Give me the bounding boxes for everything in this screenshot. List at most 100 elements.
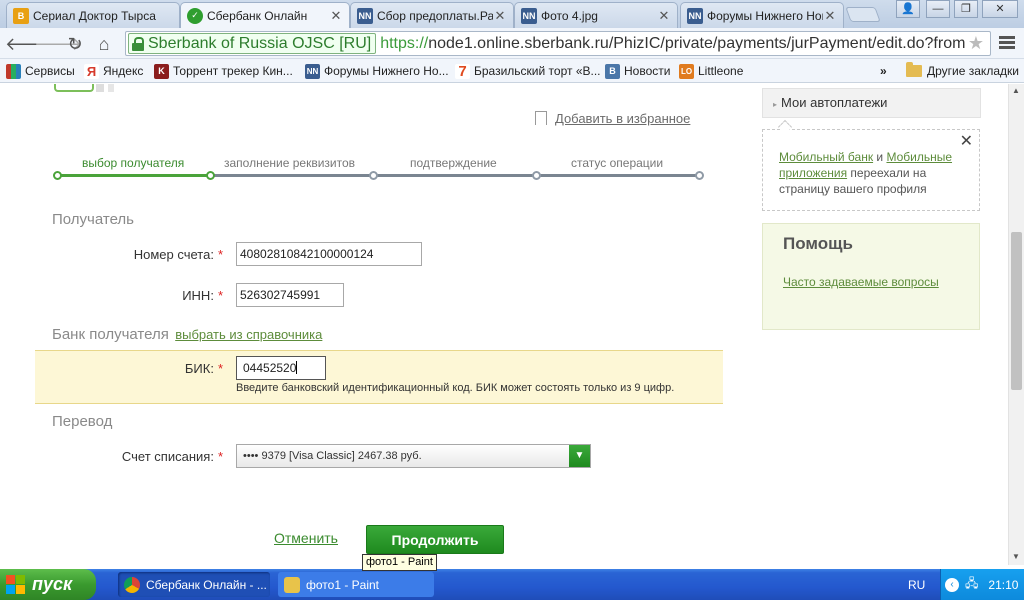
- continue-button[interactable]: Продолжить: [366, 525, 504, 554]
- language-indicator[interactable]: RU: [908, 578, 925, 592]
- required-mark: *: [217, 361, 223, 376]
- bookmarks-overflow-button[interactable]: »: [880, 62, 887, 80]
- debit-account-select[interactable]: •••• 9379 [Visa Classic] 2467.38 руб.: [236, 444, 591, 468]
- bik-hint: Введите банковский идентификационный код…: [236, 382, 675, 394]
- reload-icon[interactable]: ↻: [63, 32, 87, 56]
- vk-favicon-icon: B: [13, 7, 29, 24]
- start-button[interactable]: пуск: [0, 569, 96, 600]
- my-autopayments-link[interactable]: ▸ Мои автоплатежи: [762, 88, 981, 118]
- step-dot: [53, 171, 62, 180]
- tab-serial[interactable]: B Сериал Доктор Тырса: [6, 2, 180, 28]
- bookmark-label: Бразильский торт «В...: [474, 64, 601, 78]
- start-label: пуск: [32, 574, 73, 594]
- minimize-button[interactable]: —: [926, 0, 950, 18]
- scroll-down-icon[interactable]: ▼: [1012, 552, 1020, 561]
- other-bookmarks[interactable]: Другие закладки: [906, 62, 1019, 80]
- tab-prepayment[interactable]: NN Сбор предоплаты.Рас ✕: [350, 2, 514, 28]
- tray-collapse-icon[interactable]: ‹: [945, 577, 959, 592]
- close-tab-icon[interactable]: ✕: [657, 8, 671, 24]
- close-window-button[interactable]: ✕: [982, 0, 1018, 18]
- required-mark: *: [217, 449, 223, 464]
- url-path: node1.online.sberbank.ru/PhizIC/private/…: [428, 34, 966, 52]
- step-operation-status: статус операции: [571, 156, 664, 170]
- tab-sberbank[interactable]: ✓ Сбербанк Онлайн ✕: [180, 2, 350, 28]
- tab-title: Сбербанк Онлайн: [207, 8, 308, 23]
- taskbar-item-chrome[interactable]: Сбербанк Онлайн - ...: [118, 572, 270, 597]
- debit-label-text: Счет списания:: [121, 449, 214, 464]
- progress-line-done: [57, 174, 210, 177]
- clock[interactable]: 21:10: [988, 578, 1018, 592]
- notice-and: и: [873, 150, 887, 164]
- restore-button[interactable]: ❐: [954, 0, 978, 18]
- decor-fragment: [96, 84, 104, 92]
- page-scrollbar[interactable]: ▲ ▼: [1008, 84, 1024, 565]
- account-number-label: Номер счета: *: [134, 247, 223, 262]
- close-tab-icon[interactable]: ✕: [823, 8, 837, 24]
- bookmark-yandex[interactable]: Я Яндекс: [84, 62, 143, 80]
- choose-from-directory-link[interactable]: выбрать из справочника: [175, 327, 322, 342]
- close-tab-icon[interactable]: ✕: [329, 8, 343, 24]
- bookmark-services[interactable]: Сервисы: [6, 62, 75, 80]
- bookmark-torrent[interactable]: K Торрент трекер Кин...: [154, 62, 293, 80]
- home-icon[interactable]: ⌂: [92, 32, 116, 56]
- add-to-favorites-link[interactable]: Добавить в избранное: [555, 111, 690, 126]
- help-panel: Помощь Часто задаваемые вопросы: [762, 223, 980, 330]
- faq-link[interactable]: Часто задаваемые вопросы: [783, 275, 959, 290]
- network-icon[interactable]: 🖧: [965, 574, 978, 595]
- step-confirmation: подтверждение: [410, 156, 497, 170]
- mobile-notice: ✕ Мобильный банк и Мобильные приложения …: [762, 129, 980, 211]
- apps-icon: [6, 63, 21, 79]
- mobile-bank-link[interactable]: Мобильный банк: [779, 150, 873, 164]
- step-dot: [532, 171, 541, 180]
- ev-certificate-badge[interactable]: Sberbank of Russia OJSC [RU]: [128, 33, 377, 54]
- bookmark-label: Littleone: [698, 64, 744, 78]
- bookmark-littleone[interactable]: LO Littleone: [679, 62, 743, 80]
- bookmark-star-icon[interactable]: ★: [968, 33, 984, 54]
- dropdown-arrow-icon[interactable]: ▼: [569, 445, 590, 467]
- paint-icon: [284, 576, 300, 593]
- tab-title: Фото 4.jpg: [541, 8, 598, 23]
- account-number-input[interactable]: 40802810842100000124: [236, 242, 422, 266]
- debit-account-value: •••• 9379 [Visa Classic] 2467.38 руб.: [243, 450, 422, 462]
- close-notice-icon[interactable]: ✕: [960, 134, 973, 150]
- step-dot: [695, 171, 704, 180]
- vk-icon: B: [605, 63, 620, 79]
- scrollbar-thumb[interactable]: [1011, 232, 1022, 390]
- seven-icon: 7: [455, 63, 470, 80]
- bik-input[interactable]: 04452520: [236, 356, 326, 380]
- required-mark: *: [217, 288, 223, 303]
- bookmark-news[interactable]: B Новости: [605, 62, 670, 80]
- user-icon[interactable]: 👤: [896, 0, 920, 18]
- windows-taskbar: пуск Сбербанк Онлайн - ... фото1 - Paint…: [0, 569, 1024, 600]
- address-bar[interactable]: Sberbank of Russia OJSC [RU] https://nod…: [125, 31, 991, 56]
- bullet-arrow-icon: ▸: [773, 100, 778, 109]
- windows-logo-icon: [6, 574, 26, 595]
- back-icon[interactable]: 🡐: [5, 32, 53, 56]
- tab-forums[interactable]: NN Форумы Нижнего Нов ✕: [680, 2, 844, 28]
- nn-favicon-icon: NN: [521, 7, 537, 24]
- taskbar-item-label: Сбербанк Онлайн - ...: [146, 577, 267, 592]
- progress-line-pending: [210, 174, 699, 177]
- inn-input[interactable]: 526302745991: [236, 283, 344, 307]
- cancel-link[interactable]: Отменить: [274, 530, 338, 546]
- step-dot: [369, 171, 378, 180]
- browser-toolbar: 🡐 🡒 ↻ ⌂ Sberbank of Russia OJSC [RU] htt…: [0, 28, 1024, 59]
- bik-label: БИК: *: [185, 361, 223, 376]
- taskbar-item-paint[interactable]: фото1 - Paint: [278, 572, 434, 597]
- step-dot: [206, 171, 215, 180]
- forward-icon[interactable]: 🡒: [34, 32, 82, 56]
- help-title: Помощь: [783, 234, 853, 253]
- tab-photo[interactable]: NN Фото 4.jpg ✕: [514, 2, 678, 28]
- new-tab-button[interactable]: [845, 7, 881, 22]
- tab-title: Сбор предоплаты.Рас: [377, 8, 493, 23]
- text-caret: [296, 361, 298, 374]
- nn-icon: NN: [305, 63, 320, 79]
- inn-label-text: ИНН:: [182, 288, 214, 303]
- scroll-up-icon[interactable]: ▲: [1012, 86, 1020, 95]
- bookmark-brazil-cake[interactable]: 7 Бразильский торт «В...: [455, 62, 601, 80]
- bookmark-forums[interactable]: NN Форумы Нижнего Но...: [305, 62, 449, 80]
- close-tab-icon[interactable]: ✕: [493, 8, 507, 24]
- url-text[interactable]: https://node1.online.sberbank.ru/PhizIC/…: [380, 35, 990, 53]
- menu-icon[interactable]: [997, 34, 1017, 54]
- bookmark-label: Сервисы: [25, 64, 75, 78]
